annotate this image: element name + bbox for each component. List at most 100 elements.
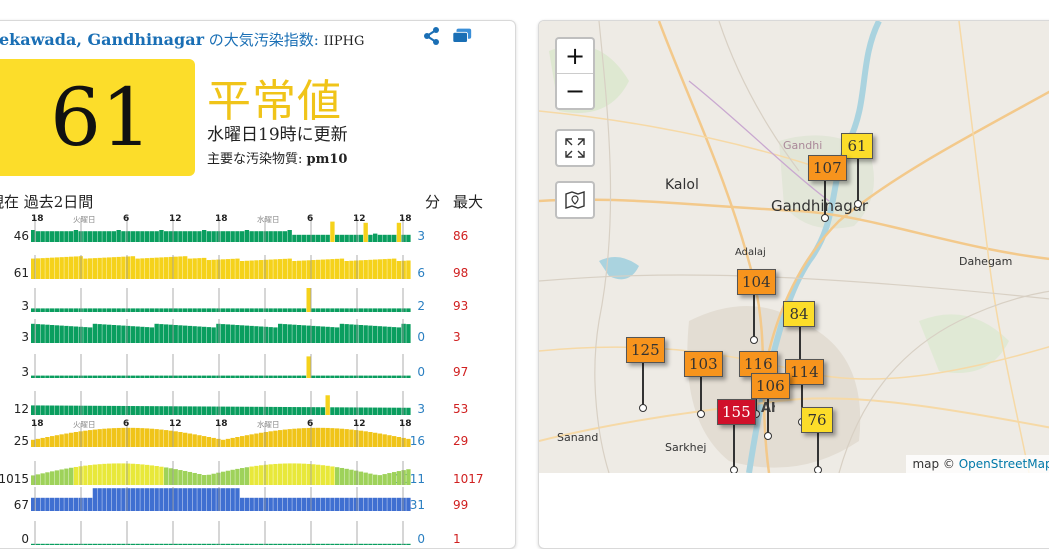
zoom-out-button[interactable]: −	[557, 73, 593, 108]
spark-bar	[301, 463, 307, 485]
spark-bar	[292, 543, 297, 545]
spark-bar	[273, 231, 278, 242]
spark-bar	[254, 260, 259, 279]
spark-bar	[354, 375, 359, 378]
marker-pin	[817, 433, 819, 469]
spark-bar	[116, 543, 121, 545]
spark-bar	[35, 258, 41, 279]
spark-bar	[159, 488, 164, 511]
spark-bar	[197, 326, 202, 343]
spark-bar	[358, 308, 364, 312]
spark-bar	[354, 407, 359, 415]
spark-bar	[135, 427, 140, 447]
spark-bar	[339, 543, 345, 545]
spark-bar	[183, 432, 188, 447]
spark-bar	[373, 259, 378, 279]
spark-bar	[225, 375, 231, 378]
station-name[interactable]: ekawada, Gandhinagar	[0, 30, 204, 49]
spark-bar	[168, 406, 174, 415]
spark-bar	[268, 327, 273, 343]
place-sanand: Sanand	[557, 431, 599, 444]
spark-bar	[107, 308, 112, 312]
row-current-value: 61	[13, 266, 29, 280]
aqi-map[interactable]: + − Kalol Gandhinagar Gandhi Dahegam Ada…	[539, 21, 1049, 473]
spark-bar	[59, 469, 64, 485]
spark-bar	[268, 543, 273, 545]
spark-bar	[373, 407, 378, 415]
spark-bar	[396, 437, 402, 447]
spark-bar	[363, 222, 368, 242]
spark-bar	[301, 234, 307, 242]
aqi-marker[interactable]: 84	[783, 301, 815, 327]
spark-bar	[282, 375, 288, 378]
spark-bar	[216, 308, 221, 312]
spark-bar	[216, 406, 221, 415]
aqi-marker[interactable]: 106	[751, 373, 790, 399]
spark-bar	[35, 375, 41, 378]
spark-bar	[197, 406, 202, 415]
spark-bar	[358, 497, 364, 511]
spark-bar	[206, 308, 212, 312]
spark-bar	[287, 258, 292, 279]
aqi-marker[interactable]: 125	[626, 337, 665, 363]
spark-bar	[235, 488, 240, 511]
spark-bar	[173, 256, 178, 279]
map-layers-button[interactable]	[555, 181, 595, 219]
spark-bar	[154, 231, 159, 242]
spark-bar	[35, 474, 41, 485]
spark-bar	[230, 488, 235, 511]
aqi-marker[interactable]: 104	[737, 269, 776, 295]
aqi-marker[interactable]: 155	[717, 399, 756, 425]
place-adalaj: Adalaj	[735, 247, 766, 258]
spark-bar	[59, 308, 64, 312]
spark-bar	[154, 323, 159, 343]
spark-bar	[45, 324, 50, 343]
spark-bar	[50, 497, 55, 511]
share-icon[interactable]	[421, 26, 443, 46]
spark-bar	[83, 375, 88, 378]
spark-bar	[335, 407, 340, 415]
spark-bar	[111, 405, 117, 415]
spark-bar	[240, 308, 245, 312]
spark-bar	[392, 234, 397, 242]
row-sparkline	[31, 461, 411, 485]
zoom-in-button[interactable]: +	[557, 39, 593, 73]
spark-bar	[107, 543, 112, 545]
spark-bar	[292, 463, 297, 485]
spark-bar	[97, 324, 102, 343]
marker-anchor	[814, 466, 822, 473]
spark-bar	[301, 543, 307, 545]
spark-bar	[311, 427, 316, 447]
spark-bar	[92, 429, 98, 447]
spark-bar	[69, 543, 74, 545]
spark-bar	[40, 308, 45, 312]
update-time: 水曜日19時に更新	[207, 125, 348, 145]
osm-link[interactable]: OpenStreetMap	[959, 457, 1049, 471]
row-current-value: 12	[13, 402, 29, 416]
spark-bar	[225, 470, 231, 485]
aqi-marker[interactable]: 114	[785, 359, 824, 385]
row-sparkline	[31, 255, 411, 279]
fullscreen-button[interactable]	[555, 129, 595, 167]
aqi-marker[interactable]: 103	[684, 351, 723, 377]
spark-bar	[325, 259, 330, 279]
aqi-marker[interactable]: 107	[808, 155, 847, 181]
spark-bar	[382, 234, 387, 242]
spark-bar	[335, 375, 340, 378]
spark-bar	[35, 231, 41, 242]
spark-bar	[263, 543, 269, 545]
spark-bar	[102, 488, 107, 511]
spark-bar	[287, 324, 292, 343]
aqi-marker[interactable]: 76	[801, 407, 833, 433]
spark-bar	[183, 375, 188, 378]
spark-bar	[121, 231, 126, 242]
spark-bar	[173, 543, 178, 545]
main-pollutant: 主要な汚染物質: pm10	[207, 148, 347, 167]
windows-icon[interactable]	[451, 26, 473, 46]
spark-bar	[130, 326, 136, 343]
spark-bar	[339, 234, 345, 242]
spark-bar	[301, 407, 307, 415]
spark-bar	[73, 230, 79, 242]
spark-bar	[268, 464, 273, 485]
spark-bar	[202, 257, 207, 279]
